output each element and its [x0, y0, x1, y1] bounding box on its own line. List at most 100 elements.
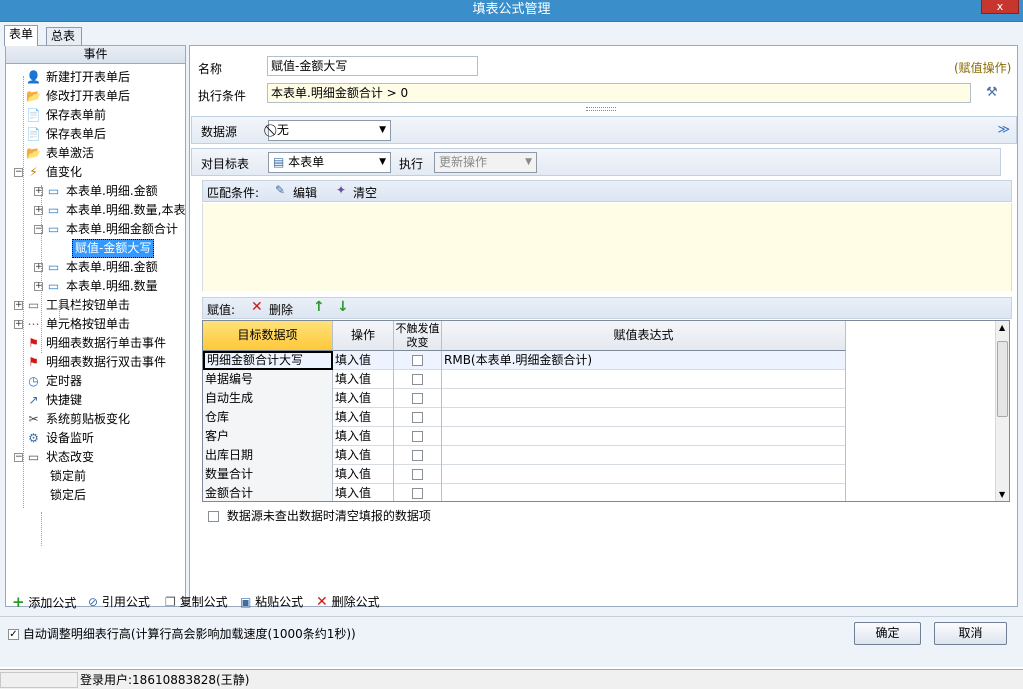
op-cell[interactable]: 填入值 — [333, 389, 394, 408]
name-input[interactable]: 赋值-金额大写 — [267, 56, 478, 76]
tree-item-label: 新建打开表单后 — [46, 70, 131, 84]
scroll-thumb[interactable] — [997, 341, 1008, 417]
col-header-expr[interactable]: 赋值表达式 — [442, 321, 846, 351]
tree-item-label: 明细表数据行双击事件 — [46, 355, 167, 369]
match-condition-area[interactable] — [202, 203, 1012, 291]
table-row[interactable]: 出库日期 填入值 — [203, 446, 846, 465]
no-trigger-checkbox[interactable] — [412, 393, 423, 404]
target-cell[interactable]: 数量合计 — [203, 465, 333, 484]
splitter-handle[interactable] — [586, 107, 616, 111]
expression-cell[interactable] — [442, 484, 846, 501]
no-trigger-checkbox[interactable] — [412, 431, 423, 442]
field-icon: ▭ — [47, 222, 60, 236]
collapse-icon[interactable]: − — [14, 453, 23, 462]
no-trigger-cell[interactable] — [394, 465, 442, 484]
grid-scrollbar[interactable]: ▲ ▼ — [995, 321, 1009, 501]
col-header-target[interactable]: 目标数据项 — [203, 321, 333, 351]
scroll-up-icon[interactable]: ▲ — [999, 323, 1005, 332]
move-up-button[interactable]: ↑ — [313, 299, 325, 315]
scissors-icon: ✂ — [28, 412, 39, 426]
ref-formula-button[interactable]: ⊘ 引用公式 — [88, 591, 150, 613]
no-trigger-cell[interactable] — [394, 427, 442, 446]
op-cell[interactable]: 填入值 — [333, 427, 394, 446]
clear-option[interactable]: 数据源未查出数据时清空填报的数据项 — [208, 507, 431, 524]
auto-adjust-checkbox[interactable]: ✓ — [8, 629, 19, 640]
exec-value: 更新操作 — [439, 155, 488, 169]
paste-formula-button[interactable]: ▣ 粘贴公式 — [240, 591, 303, 613]
exec-select[interactable]: 更新操作 ▼ — [434, 152, 537, 173]
op-cell[interactable]: 填入值 — [333, 351, 394, 370]
target-cell[interactable]: 出库日期 — [203, 446, 333, 465]
copy-formula-button[interactable]: ❐ 复制公式 — [165, 591, 228, 613]
tab-summary[interactable]: 总表 — [46, 27, 82, 46]
no-trigger-checkbox[interactable] — [412, 412, 423, 423]
op-cell[interactable]: 填入值 — [333, 370, 394, 389]
clear-option-checkbox[interactable] — [208, 511, 219, 522]
target-select[interactable]: ▤ 本表单 ▼ — [268, 152, 391, 173]
target-cell[interactable]: 客户 — [203, 427, 333, 446]
tree-item-label: 本表单.明细.数量,本表 — [66, 203, 186, 217]
assign-label: 赋值: — [207, 303, 236, 317]
expression-cell[interactable] — [442, 465, 846, 484]
collapse-icon[interactable]: − — [14, 168, 23, 177]
expression-cell[interactable] — [442, 370, 846, 389]
delete-formula-button[interactable]: ✕ 删除公式 — [316, 591, 380, 613]
condition-input[interactable]: 本表单.明细金额合计 > 0 — [267, 83, 971, 103]
table-row[interactable]: 明细金额合计大写 填入值 RMB(本表单.明细金额合计) — [203, 351, 846, 370]
ok-button[interactable]: 确定 — [854, 622, 921, 645]
no-trigger-cell[interactable] — [394, 408, 442, 427]
delete-row-button[interactable]: 删除 — [269, 301, 293, 318]
target-cell[interactable]: 单据编号 — [203, 370, 333, 389]
copy-formula-label: 复制公式 — [179, 595, 228, 609]
move-down-button[interactable]: ↓ — [337, 299, 349, 315]
cancel-button[interactable]: 取消 — [934, 622, 1007, 645]
no-trigger-cell[interactable] — [394, 370, 442, 389]
expression-cell[interactable]: RMB(本表单.明细金额合计) — [442, 351, 846, 370]
tree-connector — [59, 300, 60, 320]
no-trigger-checkbox[interactable] — [412, 488, 423, 499]
scroll-down-icon[interactable]: ▼ — [999, 490, 1005, 499]
col-header-op[interactable]: 操作 — [333, 321, 394, 351]
expand-icon[interactable]: ≫ — [997, 122, 1010, 136]
col-header-no-trigger[interactable]: 不触发值改变 — [394, 321, 442, 351]
op-cell[interactable]: 填入值 — [333, 484, 394, 501]
target-cell[interactable]: 仓库 — [203, 408, 333, 427]
table-row[interactable]: 金额合计 填入值 — [203, 484, 846, 501]
expand-icon[interactable]: + — [14, 301, 23, 310]
close-button[interactable]: x — [981, 0, 1019, 14]
expression-cell[interactable] — [442, 446, 846, 465]
expression-cell[interactable] — [442, 427, 846, 446]
table-row[interactable]: 单据编号 填入值 — [203, 370, 846, 389]
table-row[interactable]: 客户 填入值 — [203, 427, 846, 446]
no-trigger-checkbox[interactable] — [412, 355, 423, 366]
formula-type-tag: (赋值操作) — [954, 61, 1012, 75]
datasource-select[interactable]: ⃠ 无 ▼ — [268, 120, 391, 141]
no-trigger-cell[interactable] — [394, 484, 442, 501]
tab-form[interactable]: 表单 — [4, 25, 38, 46]
tree-item-label: 单元格按钮单击 — [46, 317, 131, 331]
field-icon: ▭ — [47, 260, 60, 274]
no-trigger-checkbox[interactable] — [412, 469, 423, 480]
op-cell[interactable]: 填入值 — [333, 408, 394, 427]
table-row[interactable]: 仓库 填入值 — [203, 408, 846, 427]
target-cell[interactable]: 金额合计 — [203, 484, 333, 501]
add-formula-button[interactable]: + 添加公式 — [12, 591, 76, 613]
table-row[interactable]: 自动生成 填入值 — [203, 389, 846, 408]
edit-button[interactable]: 编辑 — [293, 184, 317, 201]
no-trigger-cell[interactable] — [394, 351, 442, 370]
target-cell[interactable]: 明细金额合计大写 — [203, 351, 333, 370]
tools-icon[interactable]: ⚒ — [986, 85, 998, 100]
target-cell[interactable]: 自动生成 — [203, 389, 333, 408]
expression-cell[interactable] — [442, 389, 846, 408]
no-trigger-cell[interactable] — [394, 446, 442, 465]
no-trigger-cell[interactable] — [394, 389, 442, 408]
expand-icon[interactable]: + — [14, 320, 23, 329]
expression-cell[interactable] — [442, 408, 846, 427]
no-trigger-checkbox[interactable] — [412, 374, 423, 385]
op-cell[interactable]: 填入值 — [333, 465, 394, 484]
auto-adjust-option[interactable]: ✓ 自动调整明细表行高(计算行高会影响加载速度(1000条约1秒)) — [8, 625, 356, 642]
no-trigger-checkbox[interactable] — [412, 450, 423, 461]
op-cell[interactable]: 填入值 — [333, 446, 394, 465]
clear-button[interactable]: 清空 — [353, 184, 377, 201]
table-row[interactable]: 数量合计 填入值 — [203, 465, 846, 484]
